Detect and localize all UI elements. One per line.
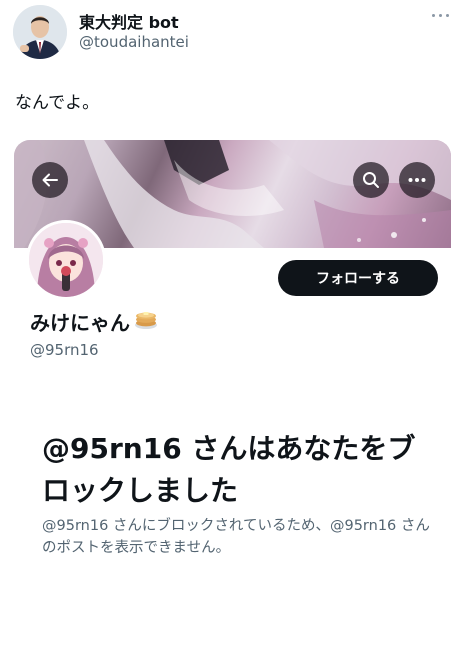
tweet-text: なんでよ。 xyxy=(15,93,100,113)
person-photo-icon xyxy=(13,5,67,59)
search-button[interactable] xyxy=(353,162,389,198)
blocked-title: @95rn16 さんはあなたをブロックしました xyxy=(42,432,416,507)
more-button[interactable] xyxy=(399,162,435,198)
follow-button[interactable]: フォローする xyxy=(278,260,438,296)
attached-image[interactable]: フォローする みけにゃん @95rn16 @95rn16 さんはあなたをブロック… xyxy=(14,140,451,660)
blocked-description: @95rn16 さんにブロックされているため、@95rn16 さんのポストを表示… xyxy=(42,518,430,556)
author-display-name[interactable]: 東大判定 bot xyxy=(79,9,179,33)
arrow-left-icon xyxy=(42,173,58,187)
author-handle[interactable]: @toudaihantei xyxy=(79,33,189,51)
profile-avatar[interactable] xyxy=(26,220,106,300)
more-horizontal-icon xyxy=(408,178,426,182)
profile-name-text: みけにゃん xyxy=(30,311,130,335)
author-avatar[interactable] xyxy=(13,5,67,59)
anime-avatar-icon xyxy=(29,223,103,297)
pancake-icon xyxy=(134,308,158,335)
profile-handle: @95rn16 xyxy=(30,341,99,359)
more-horizontal-icon[interactable] xyxy=(432,10,452,20)
search-icon xyxy=(363,172,379,188)
profile-name: みけにゃん xyxy=(30,307,158,336)
back-button[interactable] xyxy=(32,162,68,198)
